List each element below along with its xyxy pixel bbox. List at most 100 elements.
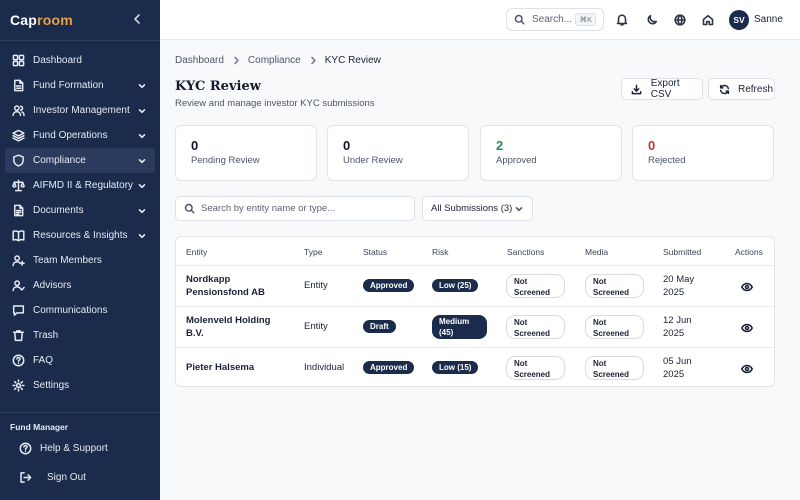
sidebar: Caproom Dashboard Fund Formation Investo…	[0, 0, 160, 500]
sanctions-badge: Not Screened	[506, 315, 565, 339]
submitted-date: 20 May	[663, 274, 695, 285]
stat-label: Rejected	[648, 155, 686, 166]
chevron-down-icon	[137, 81, 147, 91]
export-csv-button[interactable]: Export CSV	[621, 78, 703, 100]
sidebar-item-resources-insights[interactable]: Resources & Insights	[5, 223, 155, 248]
trash-icon	[12, 329, 25, 342]
sidebar-item-advisors[interactable]: Advisors	[5, 273, 155, 298]
submitted-year: 2025	[663, 328, 685, 339]
moon-icon[interactable]	[645, 13, 658, 26]
entity-search-placeholder: Search by entity name or type...	[201, 203, 336, 214]
breadcrumb-dashboard[interactable]: Dashboard	[175, 55, 224, 66]
chevron-down-icon	[514, 204, 524, 214]
sidebar-item-label: Communications	[33, 305, 108, 316]
grid-icon	[12, 54, 25, 67]
submitted-year: 2025	[663, 287, 685, 298]
document-icon	[12, 204, 25, 217]
status-badge: Approved	[363, 361, 415, 374]
entity-name: B.V.	[186, 328, 204, 339]
sidebar-section-label: Fund Manager	[10, 422, 69, 432]
column-header-submitted: Submitted	[663, 247, 702, 257]
stat-label: Pending Review	[191, 155, 260, 166]
logo[interactable]: Caproom	[10, 12, 73, 28]
home-icon[interactable]	[701, 13, 714, 26]
view-icon[interactable]	[741, 322, 753, 334]
sidebar-item-label: Trash	[33, 330, 59, 341]
sidebar-item-communications[interactable]: Communications	[5, 298, 155, 323]
sidebar-item-label: Compliance	[33, 155, 86, 166]
help-support-link[interactable]: Help & Support	[5, 436, 155, 461]
shield-icon	[12, 154, 25, 167]
sidebar-item-trash[interactable]: Trash	[5, 323, 155, 348]
file-icon	[12, 79, 25, 92]
stat-value: 2	[496, 138, 504, 153]
table-row[interactable]: Molenveld Holding B.V. Entity Draft Medi…	[176, 306, 774, 347]
media-badge: Not Screened	[585, 274, 644, 298]
sidebar-item-compliance[interactable]: Compliance	[5, 148, 155, 173]
sidebar-item-aifmd-regulatory[interactable]: AIFMD II & Regulatory	[5, 173, 155, 198]
column-header-type: Type	[304, 247, 323, 257]
sidebar-item-faq[interactable]: FAQ	[5, 348, 155, 373]
sidebar-item-fund-operations[interactable]: Fund Operations	[5, 123, 155, 148]
risk-badge: Low (15)	[432, 361, 479, 374]
bell-icon[interactable]	[615, 13, 628, 26]
chevron-right-icon	[232, 56, 240, 65]
username[interactable]: Sanne	[754, 14, 783, 25]
sidebar-item-documents[interactable]: Documents	[5, 198, 155, 223]
entity-type: Entity	[304, 321, 328, 332]
breadcrumb: Dashboard Compliance KYC Review	[175, 55, 381, 66]
sidebar-nav: Dashboard Fund Formation Investor Manage…	[5, 48, 155, 398]
entity-name: Pieter Halsema	[186, 362, 255, 373]
submission-filter-select[interactable]: All Submissions (3)	[422, 196, 533, 221]
breadcrumb-current: KYC Review	[324, 55, 381, 66]
status-badge: Approved	[363, 279, 415, 292]
submitted-year: 2025	[663, 369, 685, 380]
chevron-down-icon	[137, 106, 147, 116]
sidebar-item-label: Dashboard	[33, 55, 82, 66]
export-csv-label: Export CSV	[650, 78, 680, 100]
risk-badge: Low (25)	[432, 279, 479, 292]
status-badge: Draft	[363, 320, 396, 333]
stat-label: Approved	[496, 155, 537, 166]
sidebar-item-dashboard[interactable]: Dashboard	[5, 48, 155, 73]
risk-badge: Medium (45)	[432, 315, 487, 339]
sidebar-item-team-members[interactable]: Team Members	[5, 248, 155, 273]
chevron-down-icon	[137, 206, 147, 216]
column-header-entity: Entity	[186, 247, 208, 257]
page-subtitle: Review and manage investor KYC submissio…	[175, 98, 375, 109]
submitted-date: 05 Jun	[663, 356, 692, 367]
search-icon	[183, 203, 195, 215]
chevron-down-icon	[137, 231, 147, 241]
chevron-down-icon	[137, 131, 147, 141]
globe-icon[interactable]	[673, 13, 686, 26]
sidebar-item-settings[interactable]: Settings	[5, 373, 155, 398]
entity-type: Individual	[304, 362, 345, 373]
view-icon[interactable]	[741, 363, 753, 375]
entity-type: Entity	[304, 280, 328, 291]
users-icon	[12, 104, 25, 117]
refresh-button[interactable]: Refresh	[708, 78, 775, 100]
stat-card-rejected: 0 Rejected	[632, 125, 774, 181]
breadcrumb-compliance[interactable]: Compliance	[248, 55, 301, 66]
entity-name: Nordkapp	[186, 274, 231, 285]
view-icon[interactable]	[741, 281, 753, 293]
submission-filter-value: All Submissions (3)	[431, 203, 513, 214]
global-search-input[interactable]: Search... ⌘K	[506, 8, 604, 31]
sign-out-button[interactable]: Sign Out	[5, 465, 155, 490]
column-header-sanctions: Sanctions	[507, 247, 545, 257]
sidebar-item-investor-management[interactable]: Investor Management	[5, 98, 155, 123]
avatar[interactable]: SV	[729, 10, 749, 30]
column-header-actions: Actions	[735, 247, 763, 257]
sign-out-label: Sign Out	[47, 472, 86, 483]
entity-search-input[interactable]: Search by entity name or type...	[175, 196, 415, 221]
global-search-placeholder: Search...	[532, 14, 573, 25]
table-row[interactable]: Pieter Halsema Individual Approved Low (…	[176, 347, 774, 386]
sidebar-item-fund-formation[interactable]: Fund Formation	[5, 73, 155, 98]
sidebar-item-label: Advisors	[33, 280, 72, 291]
column-header-status: Status	[363, 247, 388, 257]
table-row[interactable]: Nordkapp Pensionsfond AB Entity Approved…	[176, 265, 774, 306]
collapse-sidebar-icon[interactable]	[131, 12, 143, 28]
gear-icon	[12, 379, 25, 392]
stat-card-approved: 2 Approved	[480, 125, 622, 181]
sidebar-item-label: Investor Management	[33, 105, 130, 116]
